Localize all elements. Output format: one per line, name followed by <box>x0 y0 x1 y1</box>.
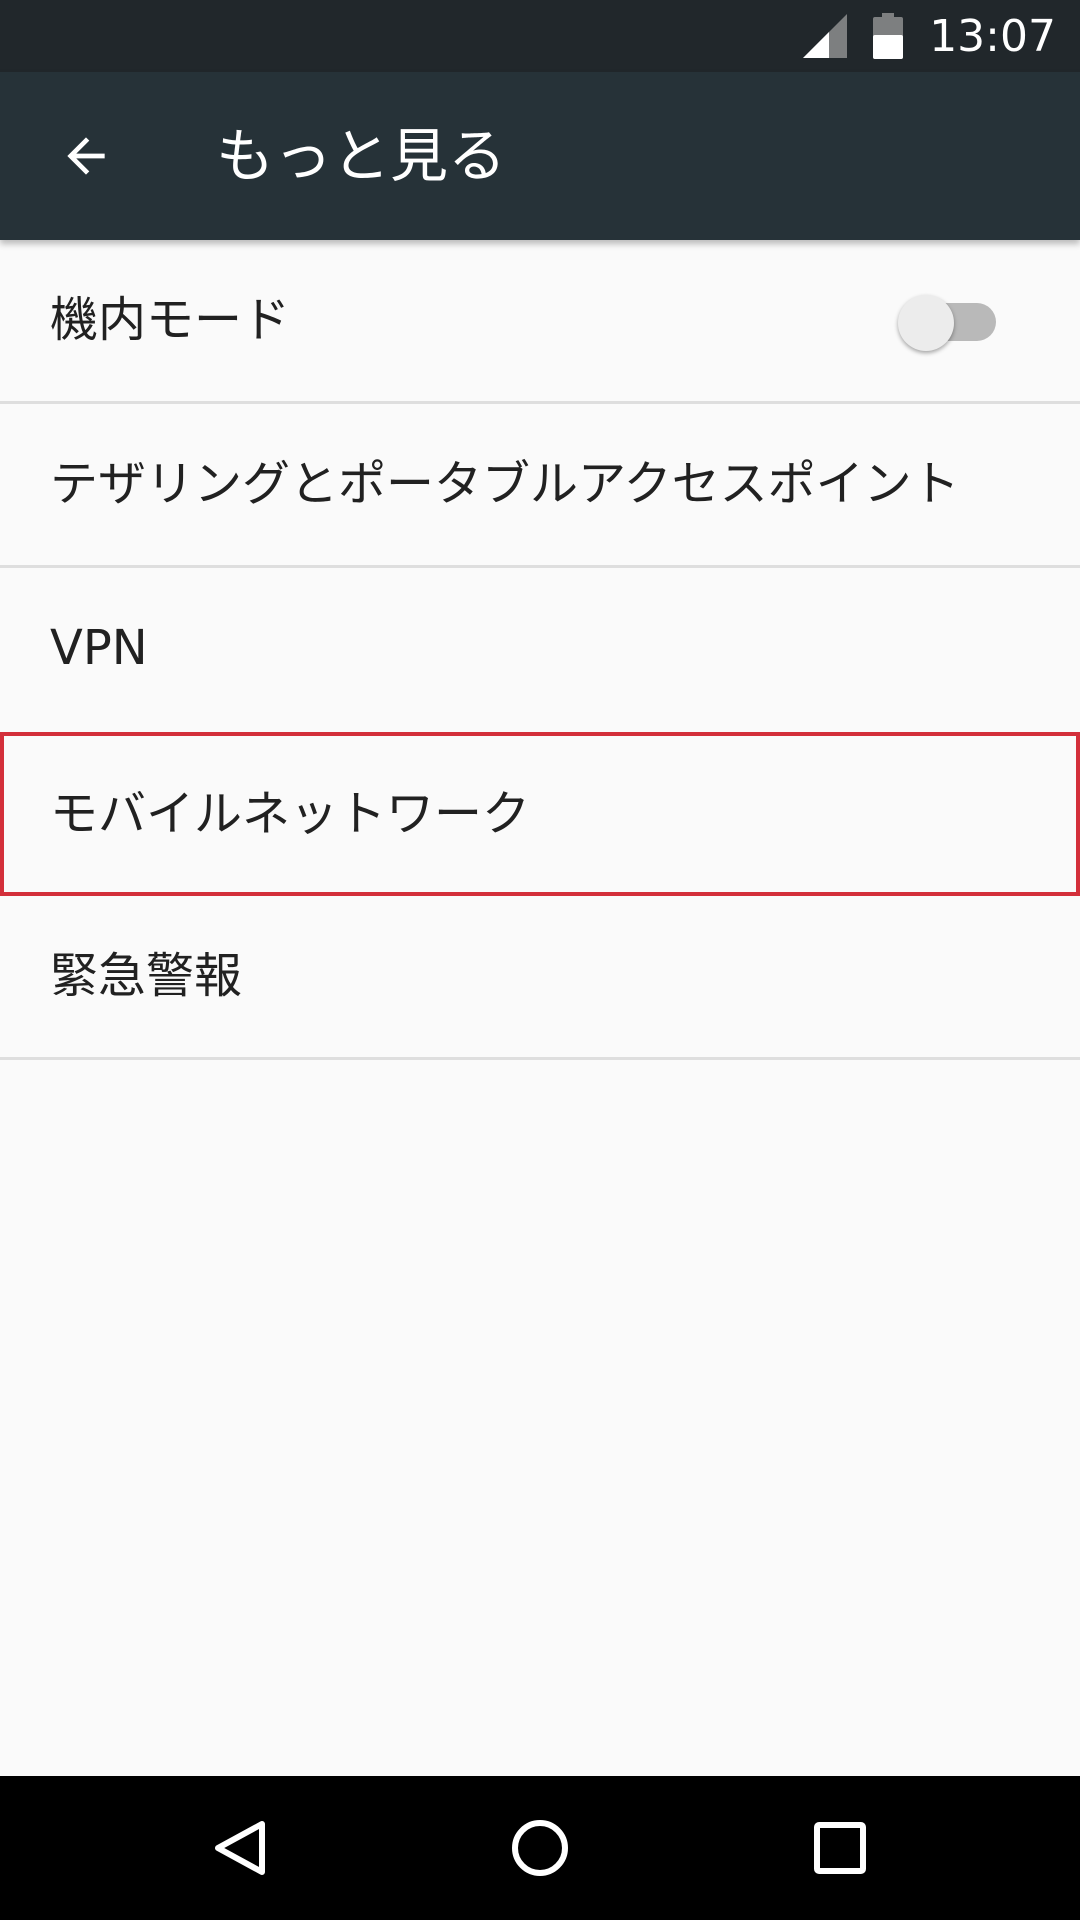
status-bar: 13:07 <box>0 0 1080 72</box>
airplane-mode-toggle[interactable] <box>898 295 1002 351</box>
status-time: 13:07 <box>929 10 1056 62</box>
settings-item-label: 機内モード <box>50 292 291 348</box>
nav-back-button[interactable] <box>200 1808 280 1888</box>
cell-signal-icon <box>803 14 848 58</box>
nav-recents-button[interactable] <box>800 1808 880 1888</box>
recents-square-icon <box>814 1822 866 1874</box>
settings-item-label: モバイルネットワーク <box>50 786 531 842</box>
settings-item-tethering[interactable]: テザリングとポータブルアクセスポイント <box>0 404 1080 568</box>
navigation-bar <box>0 1776 1080 1920</box>
settings-list: 機内モード テザリングとポータブルアクセスポイント VPN モバイルネットワーク… <box>0 240 1080 1060</box>
settings-item-label: VPN <box>50 620 148 676</box>
settings-item-mobile-network[interactable]: モバイルネットワーク <box>0 732 1080 896</box>
toggle-thumb <box>898 295 954 351</box>
settings-item-emergency-alerts[interactable]: 緊急警報 <box>0 896 1080 1060</box>
battery-icon <box>873 13 904 59</box>
back-triangle-icon <box>215 1821 265 1875</box>
settings-item-vpn[interactable]: VPN <box>0 568 1080 732</box>
arrow-back-icon <box>67 137 105 175</box>
page-title: もっと見る <box>216 122 507 190</box>
settings-item-label: テザリングとポータブルアクセスポイント <box>50 456 960 512</box>
nav-home-button[interactable] <box>500 1808 580 1888</box>
back-button[interactable] <box>38 108 134 204</box>
home-circle-icon <box>512 1820 568 1876</box>
screen: 13:07 もっと見る 機内モード テザリングとポータブルアクセスポイント VP… <box>0 0 1080 1920</box>
settings-item-label: 緊急警報 <box>50 948 243 1004</box>
app-bar: もっと見る <box>0 72 1080 240</box>
settings-item-airplane-mode[interactable]: 機内モード <box>0 240 1080 404</box>
